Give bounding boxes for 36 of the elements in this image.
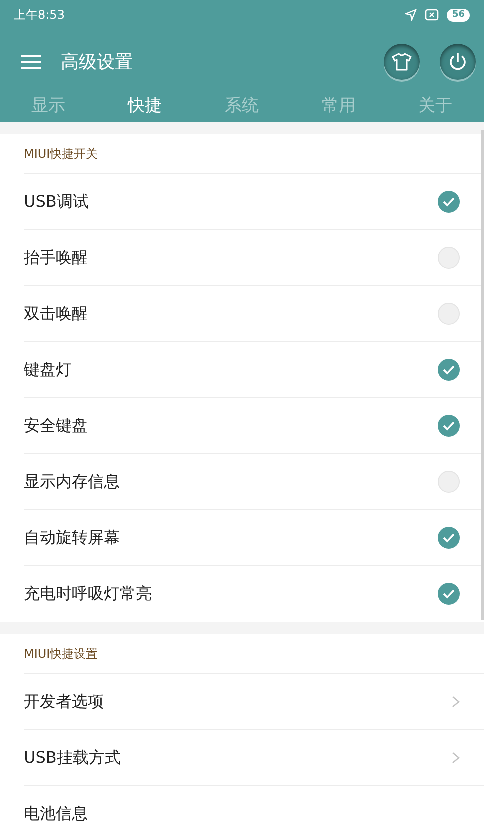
setting-label[interactable]: 安全键盘 xyxy=(24,414,438,438)
screen-title: 高级设置 xyxy=(61,50,133,74)
checkbox[interactable] xyxy=(438,414,460,436)
setting-label[interactable]: 键盘灯 xyxy=(24,358,438,382)
setting-label[interactable]: 充电时呼吸灯常亮 xyxy=(24,582,438,606)
check-icon xyxy=(443,196,455,206)
status-time: 上午8:53 xyxy=(14,7,65,24)
section-header: MIUI快捷开关 xyxy=(24,146,98,162)
setting-label[interactable]: 自动旋转屏幕 xyxy=(24,526,438,550)
setting-label[interactable]: USB调试 xyxy=(24,190,438,214)
setting-label[interactable]: 开发者选项 xyxy=(24,690,452,714)
setting-label[interactable]: 显示内存信息 xyxy=(24,470,438,494)
battery-indicator: 56 xyxy=(447,8,470,22)
check-icon xyxy=(443,364,455,374)
checkbox[interactable] xyxy=(438,526,460,548)
check-icon xyxy=(443,532,455,542)
shirt-icon xyxy=(392,53,412,71)
check-icon xyxy=(443,420,455,430)
sim-icon xyxy=(425,9,440,21)
theme-button[interactable] xyxy=(384,44,420,80)
checkbox[interactable] xyxy=(438,246,460,268)
menu-icon[interactable] xyxy=(20,52,44,72)
setting-label[interactable]: 双击唤醒 xyxy=(24,302,438,326)
power-icon xyxy=(448,52,468,72)
setting-label[interactable]: 抬手唤醒 xyxy=(24,246,438,270)
checkbox[interactable] xyxy=(438,583,460,605)
checkbox[interactable] xyxy=(438,302,460,324)
location-icon xyxy=(405,9,418,21)
setting-label[interactable]: USB挂载方式 xyxy=(24,746,452,770)
section-header: MIUI快捷设置 xyxy=(24,646,98,662)
checkbox[interactable] xyxy=(438,190,460,212)
checkbox[interactable] xyxy=(438,470,460,492)
check-icon xyxy=(443,589,455,599)
checkbox[interactable] xyxy=(438,358,460,380)
power-button[interactable] xyxy=(440,44,476,80)
setting-label[interactable]: 电池信息 xyxy=(24,802,460,826)
